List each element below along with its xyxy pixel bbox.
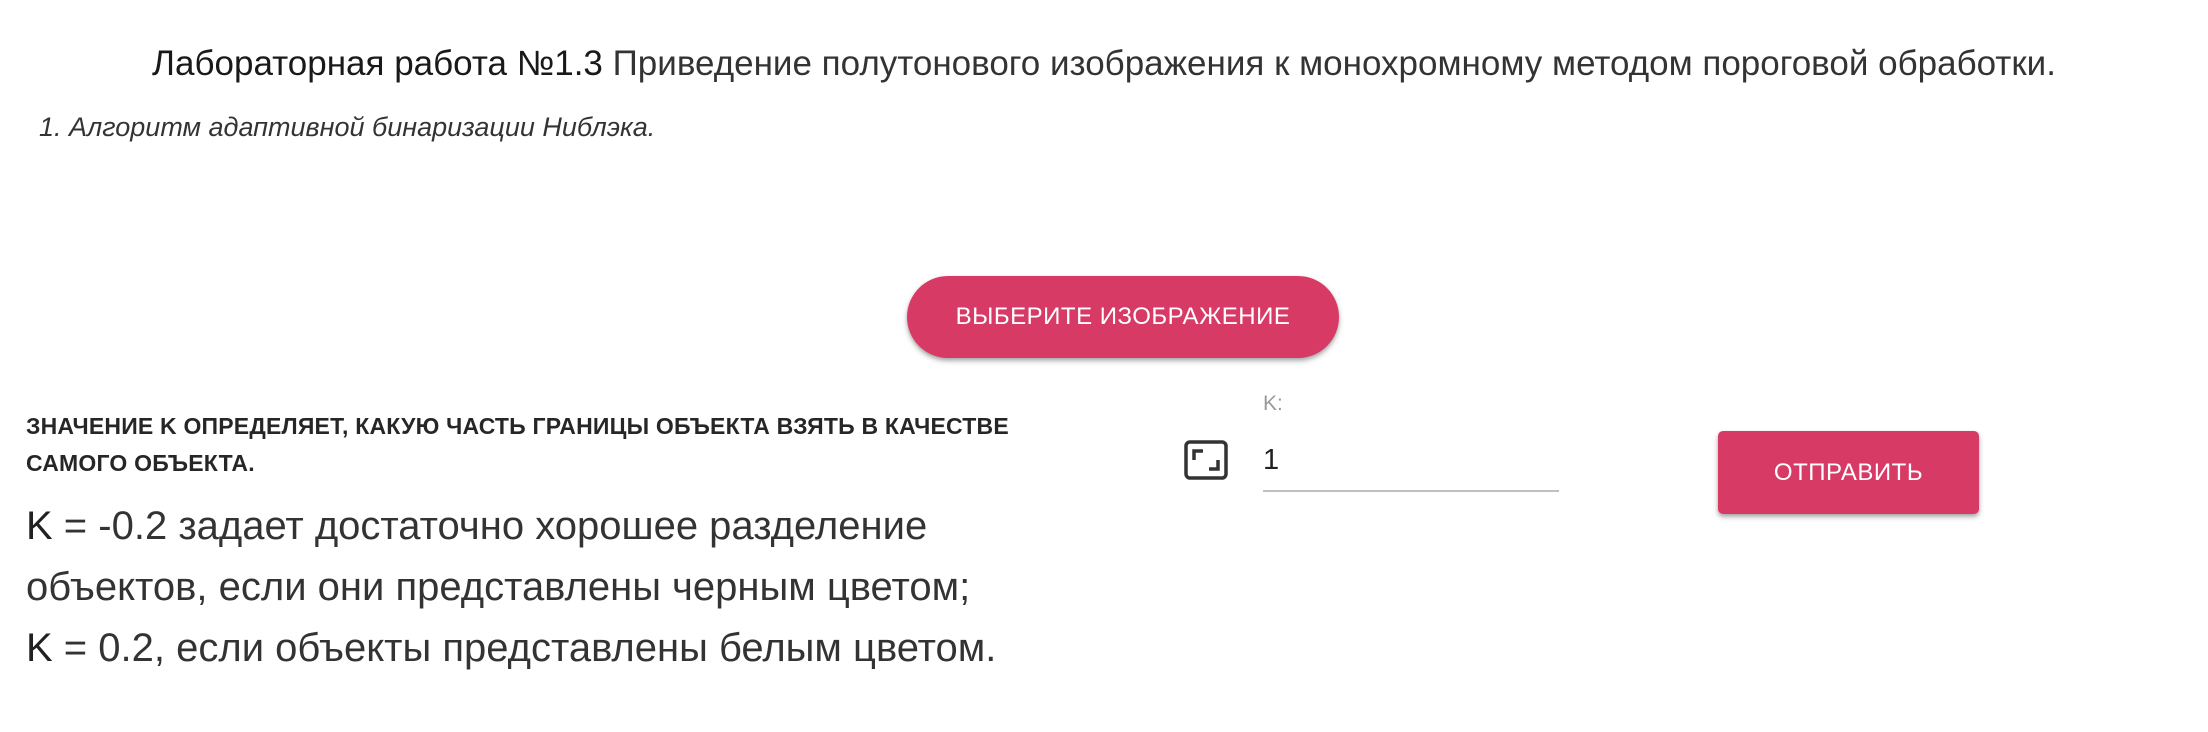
k-description-line1: = -0.2 задает достаточно хорошее разделе… [26,504,971,609]
k-symbol: K [26,504,53,548]
aspect-ratio-icon [1184,440,1228,480]
title-lab-number: Лабораторная работа №1.3 [152,44,603,83]
title-description: Приведение полутонового изображения к мо… [612,44,2056,83]
algorithm-subtitle: 1. Алгоритм адаптивной бинаризации Ниблэ… [39,112,656,142]
page: Лабораторная работа №1.3 Приведение полу… [0,0,2208,732]
k-parameter-heading: ЗНАЧЕНИЕ K ОПРЕДЕЛЯЕТ, КАКУЮ ЧАСТЬ ГРАНИ… [26,413,1009,476]
k-value-input[interactable] [1263,430,1559,492]
k-symbol: K [26,626,53,670]
choose-image-button[interactable]: ВЫБЕРИТЕ ИЗОБРАЖЕНИЕ [907,276,1339,358]
submit-button[interactable]: ОТПРАВИТЬ [1718,431,1979,514]
k-field-label: K: [1263,392,1283,415]
k-description-line2: = 0.2, если объекты представлены белым ц… [52,626,997,670]
k-parameter-description: K = -0.2 задает достаточно хорошее разде… [26,496,1086,679]
page-title: Лабораторная работа №1.3 Приведение полу… [0,40,2208,88]
